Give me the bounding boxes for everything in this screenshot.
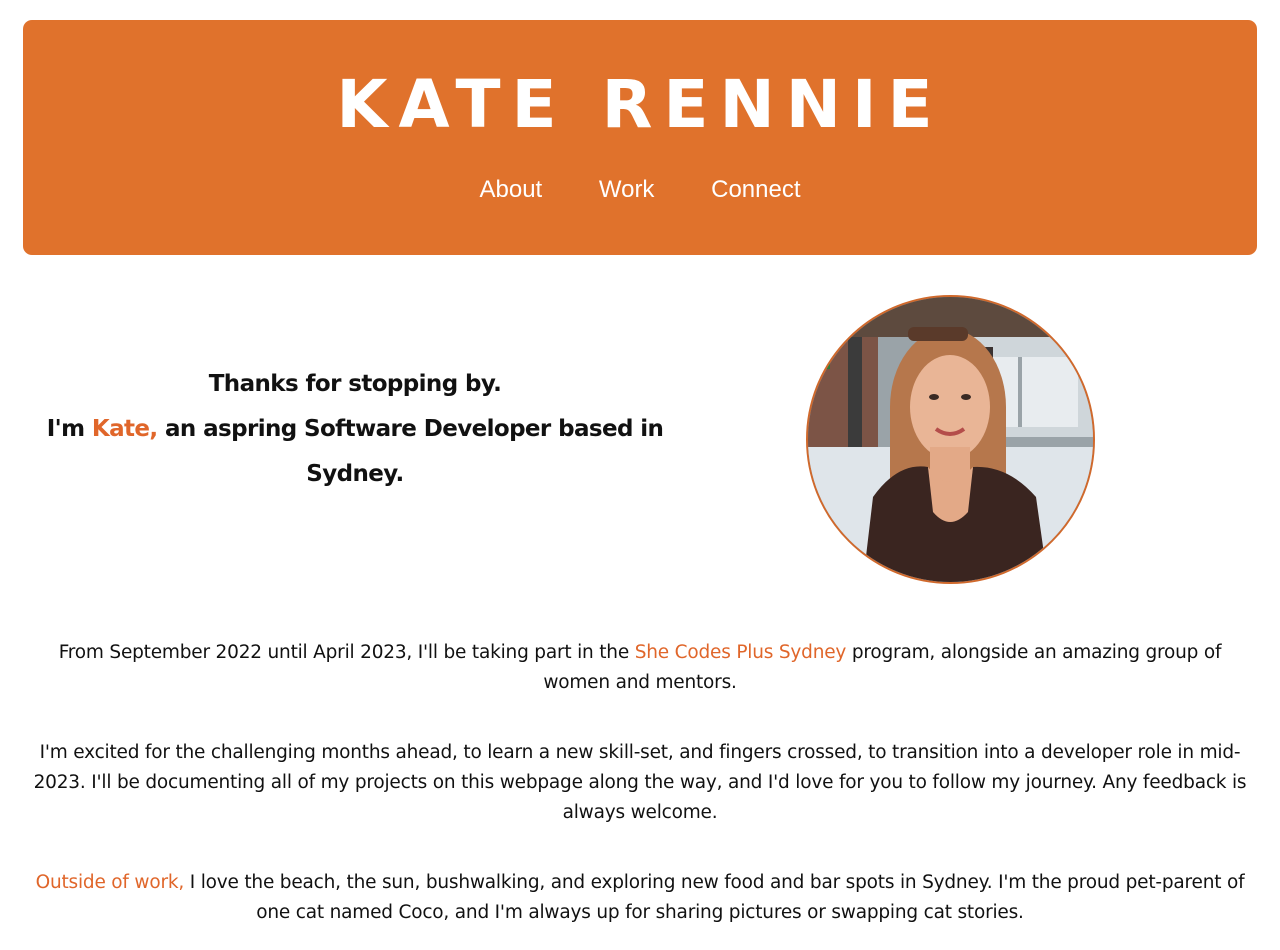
hero-intro: Thanks for stopping by. I'm Kate, an asp… [40,362,670,497]
nav-about-link[interactable]: About [479,176,542,203]
main-nav: About Work Connect [23,176,1257,204]
hero-tagline-suffix: an aspring Software Developer based in S… [157,416,664,487]
outside-work-highlight: Outside of work, [35,872,185,893]
program-text-before: From September 2022 until April 2023, I'… [58,642,635,663]
hobbies-paragraph: Outside of work, I love the beach, the s… [24,868,1256,928]
hero-greeting: Thanks for stopping by. [208,371,502,397]
profile-photo-image [808,297,1093,582]
profile-photo [806,295,1095,584]
hero-tagline-prefix: I'm [46,416,92,442]
hero-tagline: I'm Kate, an aspring Software Developer … [40,407,670,497]
program-paragraph: From September 2022 until April 2023, I'… [24,638,1256,698]
she-codes-link[interactable]: She Codes Plus Sydney [635,642,847,663]
hobbies-text: I love the beach, the sun, bushwalking, … [184,872,1245,923]
hero-name: Kate, [91,416,158,442]
goals-paragraph: I'm excited for the challenging months a… [33,742,1247,823]
nav-connect-link[interactable]: Connect [711,176,800,203]
nav-work-link[interactable]: Work [599,176,655,203]
site-title: KATE RENNIE [336,66,944,143]
site-header: KATE RENNIE About Work Connect [23,20,1257,255]
